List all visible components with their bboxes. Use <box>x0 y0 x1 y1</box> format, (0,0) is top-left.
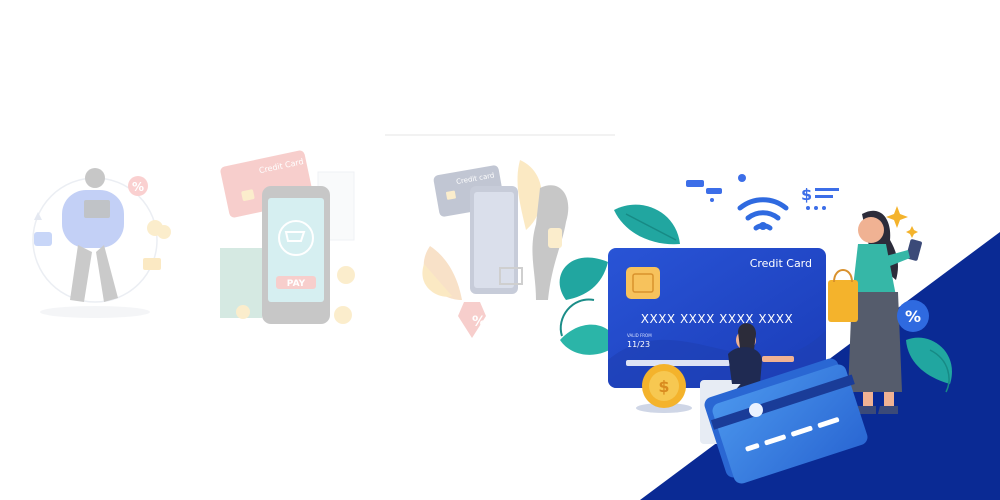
chat-bubble-icon <box>686 180 704 187</box>
hero-card-number: XXXX XXXX XXXX XXXX <box>641 312 793 326</box>
hero-card-expiry: 11/23 <box>627 340 650 349</box>
chat-bubble-icon <box>34 232 52 246</box>
dollar-lines-icon: $ <box>801 185 839 210</box>
online-shopper-illustration: % <box>32 168 171 318</box>
hero-card-valid-label: VALID FROM <box>627 333 652 338</box>
percent-badge: % <box>897 300 929 332</box>
mobile-pay-illustration: Credit Card PAY <box>220 150 355 324</box>
svg-text:$: $ <box>801 185 812 204</box>
svg-text:%: % <box>905 307 921 326</box>
illustration-canvas: % Credit Card PAY Credit card % $ Credit… <box>32 134 1000 500</box>
svg-text:$: $ <box>658 377 669 396</box>
illustration-scene: % Credit Card PAY Credit card % $ Credit… <box>0 0 1000 500</box>
percent-badge-text: % <box>132 180 144 194</box>
card-to-phone-shopping-illustration: Credit card % <box>422 160 569 338</box>
pay-button-label: PAY <box>287 279 306 289</box>
hero-card-title: Credit Card <box>750 257 812 270</box>
card-logo-icon <box>749 403 763 417</box>
sparkle-icon <box>886 206 918 238</box>
percent-heart-text: % <box>472 314 486 330</box>
card-chip-icon <box>626 267 660 299</box>
shopping-bag-icon <box>828 280 858 322</box>
person-head <box>85 168 105 188</box>
hero-credit-card: Credit Card XXXX XXXX XXXX XXXX VALID FR… <box>608 248 826 388</box>
